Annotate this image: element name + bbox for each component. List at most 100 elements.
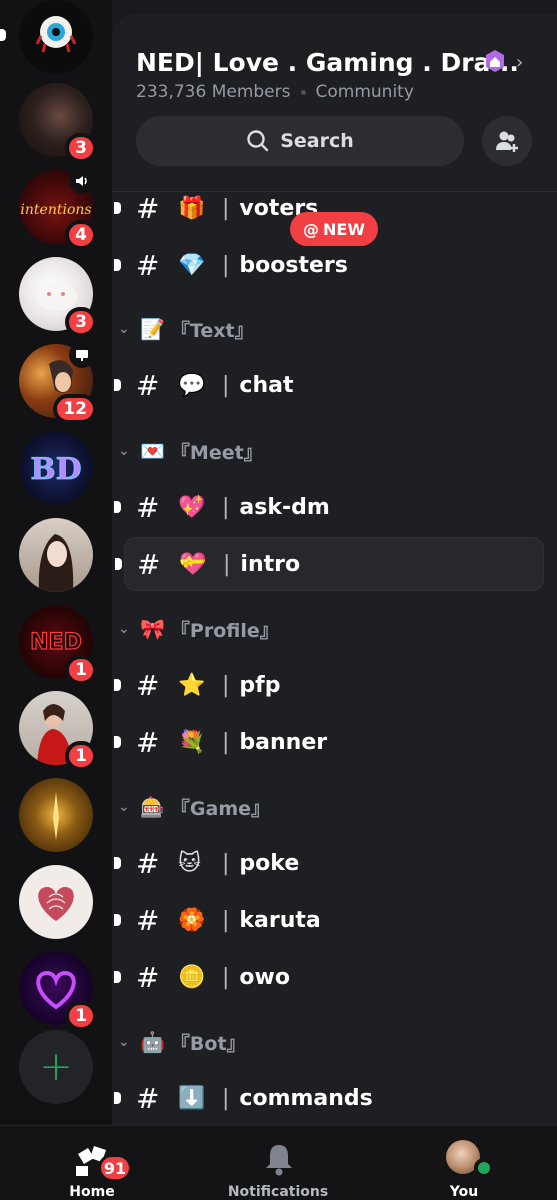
server-ned[interactable]: NED 1 (19, 605, 97, 685)
chevron-down-icon: ⌄ (118, 799, 130, 815)
channel-owo[interactable]: # 🪙 | owo (114, 950, 544, 1004)
channel-emoji: 💖 (178, 494, 206, 520)
server-red-dress[interactable]: 1 (19, 691, 97, 771)
category-header[interactable]: ⌄ 🤖 『Bot』 (118, 1027, 246, 1057)
channel-emoji: 💎 (178, 252, 206, 278)
server-dark-portrait[interactable]: 3 (19, 83, 97, 163)
channel-name: intro (240, 551, 301, 577)
home-mentions-badge: 91 (98, 1154, 132, 1182)
tab-you-label: You (449, 1184, 479, 1200)
channel-emoji: 🎁 (178, 195, 206, 221)
unread-indicator (114, 857, 121, 869)
unread-count-badge: 3 (65, 133, 97, 163)
channel-divider: | (222, 1085, 230, 1111)
unread-indicator (114, 914, 121, 926)
mention-at-icon: @ (303, 219, 320, 239)
server-anime[interactable]: 12 (19, 342, 97, 424)
channel-name: boosters (239, 252, 348, 278)
unread-indicator (114, 971, 121, 983)
category-header[interactable]: ⌄ 💌 『Meet』 (118, 436, 263, 466)
search-label: Search (280, 130, 354, 152)
channel-divider: | (222, 252, 230, 278)
server-eye[interactable] (19, 0, 93, 74)
server-bd[interactable]: BD (19, 431, 93, 505)
unread-indicator (114, 679, 121, 691)
server-meta: 233,736 Members Community (136, 82, 414, 102)
chevron-right-icon[interactable]: › (516, 52, 523, 73)
channel-commands[interactable]: # ⬇️ | commands (114, 1071, 544, 1125)
channel-emoji: 💝 (179, 551, 207, 577)
hash-icon: # (136, 1081, 160, 1115)
unread-indicator (114, 379, 121, 391)
chevron-down-icon: ⌄ (118, 443, 130, 459)
server-intentions[interactable]: intentions 4 (19, 168, 97, 250)
unread-pill (0, 29, 6, 41)
channel-ask-dm[interactable]: # 💖 | ask-dm (114, 480, 544, 534)
server-bunny[interactable]: 3 (19, 257, 97, 337)
hash-icon: # (136, 725, 160, 759)
channel-boosters[interactable]: # 💎 | boosters (114, 238, 544, 292)
channel-emoji: 💐 (178, 729, 206, 755)
new-label: NEW (323, 219, 365, 239)
unread-count-badge: 12 (53, 394, 97, 424)
channel-panel: # 🎁 | voters # 💎 | boosters ⌄ 📝 『Text』 # 💬 | chat ⌄ 💌 『Me… (112, 14, 557, 1125)
channel-emoji: 🐱 (178, 850, 201, 876)
server-gold-art[interactable] (19, 778, 93, 852)
unread-indicator (114, 736, 121, 748)
tab-notifications[interactable]: Notifications (228, 1126, 328, 1200)
online-status-dot (474, 1158, 494, 1178)
speaker-icon (69, 168, 95, 194)
channel-name: ask-dm (239, 494, 330, 520)
hash-icon: # (136, 960, 160, 994)
category-header[interactable]: ⌄ 🎰 『Game』 (118, 792, 270, 822)
channel-divider: | (222, 195, 230, 221)
category-label: 『Profile』 (170, 619, 279, 642)
server-purple-heart[interactable]: 1 (19, 951, 97, 1031)
channel-emoji: 🪙 (178, 964, 206, 990)
hash-icon: # (136, 846, 160, 880)
channel-pfp[interactable]: # ⭐ | pfp (114, 658, 544, 712)
separator-dot (300, 89, 306, 95)
channel-divider: | (222, 672, 230, 698)
unread-indicator (115, 558, 122, 570)
channel-chat[interactable]: # 💬 | chat (114, 358, 544, 412)
header-divider (112, 191, 557, 192)
svg-text:intentions: intentions (20, 202, 91, 218)
channel-divider: | (222, 729, 230, 755)
server-fingerprint-heart[interactable] (19, 865, 93, 939)
channel-intro[interactable]: # 💝 | intro (115, 537, 544, 591)
server-girl-portrait[interactable] (19, 518, 93, 592)
unread-count-badge: 1 (65, 741, 97, 771)
channel-karuta[interactable]: # 🏵️ | karuta (114, 893, 544, 947)
category-label: 『Meet』 (170, 441, 263, 464)
category-emoji: 🤖 (140, 1030, 165, 1054)
category-emoji: 💌 (140, 439, 165, 463)
category-emoji: 🎀 (140, 617, 165, 641)
hash-icon: # (136, 490, 160, 524)
tab-you[interactable]: You (432, 1126, 496, 1200)
hash-icon: # (137, 547, 161, 581)
channel-name: chat (239, 372, 294, 398)
server-type: Community (315, 82, 414, 102)
new-mentions-pill[interactable]: @ NEW (290, 212, 378, 246)
chevron-down-icon: ⌄ (118, 321, 130, 337)
channel-banner[interactable]: # 💐 | banner (114, 715, 544, 769)
category-header[interactable]: ⌄ 🎀 『Profile』 (118, 614, 279, 644)
channel-divider: | (222, 850, 230, 876)
plus-icon: + (39, 1044, 73, 1090)
server-rail: 3 intentions 4 3 12 BD NED 1 1 1 + (0, 0, 112, 1125)
channel-divider: | (222, 907, 230, 933)
boost-home-icon[interactable] (482, 48, 508, 74)
channel-poke[interactable]: # 🐱 | poke (114, 836, 544, 890)
server-name[interactable]: NED| Love . Gaming . Dra... (136, 48, 519, 77)
channel-divider: | (222, 964, 230, 990)
hash-icon: # (136, 668, 160, 702)
add-server-button[interactable]: + (19, 1030, 93, 1104)
search-button[interactable]: Search (136, 116, 464, 166)
unread-count-badge: 3 (65, 307, 97, 337)
invite-members-button[interactable] (482, 116, 532, 166)
channel-emoji: ⬇️ (178, 1085, 206, 1111)
category-header[interactable]: ⌄ 📝 『Text』 (118, 314, 254, 344)
svg-text:NED: NED (30, 630, 82, 655)
hash-icon: # (136, 368, 160, 402)
